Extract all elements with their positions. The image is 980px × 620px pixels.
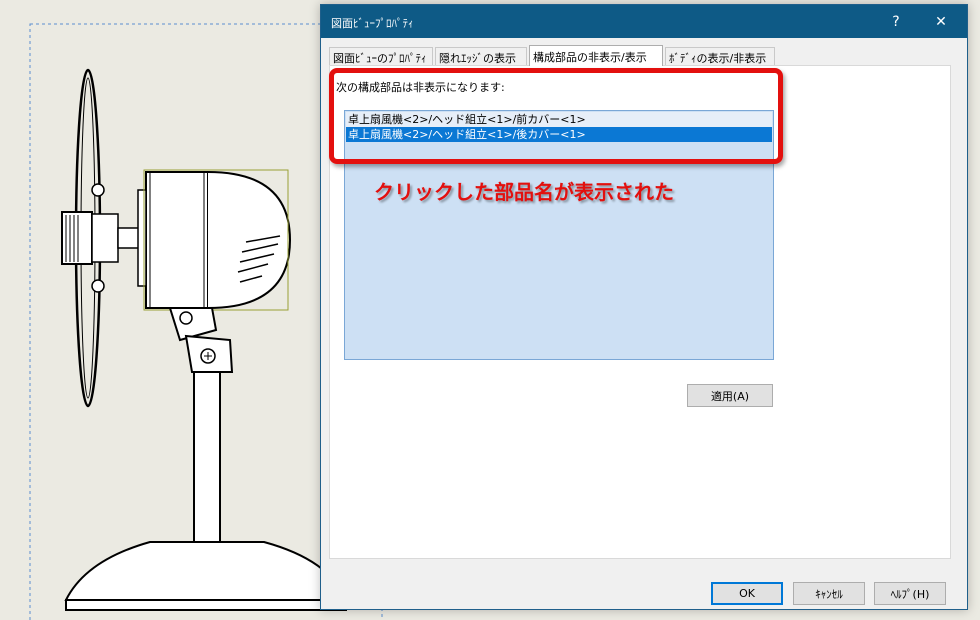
close-icon[interactable]: ✕	[919, 5, 963, 38]
help-button[interactable]: ﾍﾙﾌﾟ(H)	[874, 582, 946, 605]
dialog-titlebar[interactable]: 図面ﾋﾞｭｰﾌﾟﾛﾊﾟﾃｨ ? ✕	[321, 5, 967, 38]
tab-show-hide-components[interactable]: 構成部品の非表示/表示	[529, 45, 663, 66]
annotation-highlight-box	[329, 68, 783, 164]
dialog-title: 図面ﾋﾞｭｰﾌﾟﾛﾊﾟﾃｨ	[331, 17, 414, 30]
apply-button[interactable]: 適用(A)	[687, 384, 773, 407]
tab-show-hide-bodies[interactable]: ﾎﾞﾃﾞｨの表示/非表示	[665, 47, 775, 65]
annotation-callout: クリックした部品名が表示された	[374, 180, 674, 204]
cancel-button[interactable]: ｷｬﾝｾﾙ	[793, 582, 865, 605]
help-icon[interactable]: ?	[874, 5, 918, 38]
tab-drawing-view-properties[interactable]: 図面ﾋﾞｭｰのﾌﾟﾛﾊﾟﾃｨ	[329, 47, 433, 65]
tab-hidden-edges[interactable]: 隠れｴｯｼﾞの表示	[435, 47, 527, 65]
ok-button[interactable]: OK	[711, 582, 783, 605]
